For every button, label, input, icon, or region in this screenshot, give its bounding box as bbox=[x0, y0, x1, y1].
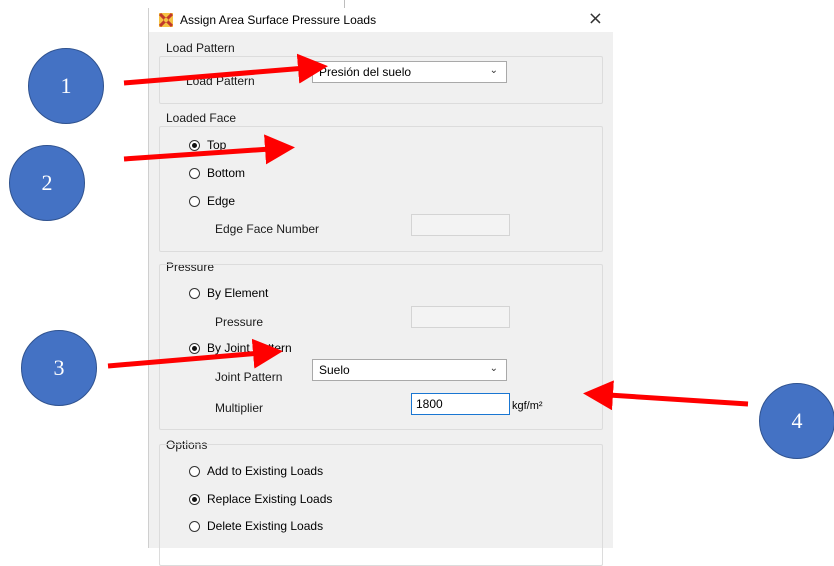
annotation-marker-2: 2 bbox=[9, 145, 85, 221]
annotation-marker-3: 3 bbox=[21, 330, 97, 406]
arrow-2 bbox=[123, 134, 295, 165]
annotation-marker-1: 1 bbox=[28, 48, 104, 124]
annotation-arrows bbox=[107, 53, 749, 411]
annotation-marker-4: 4 bbox=[759, 383, 834, 459]
arrow-3 bbox=[107, 338, 283, 369]
arrow-4 bbox=[583, 380, 749, 411]
arrow-1 bbox=[123, 53, 328, 86]
